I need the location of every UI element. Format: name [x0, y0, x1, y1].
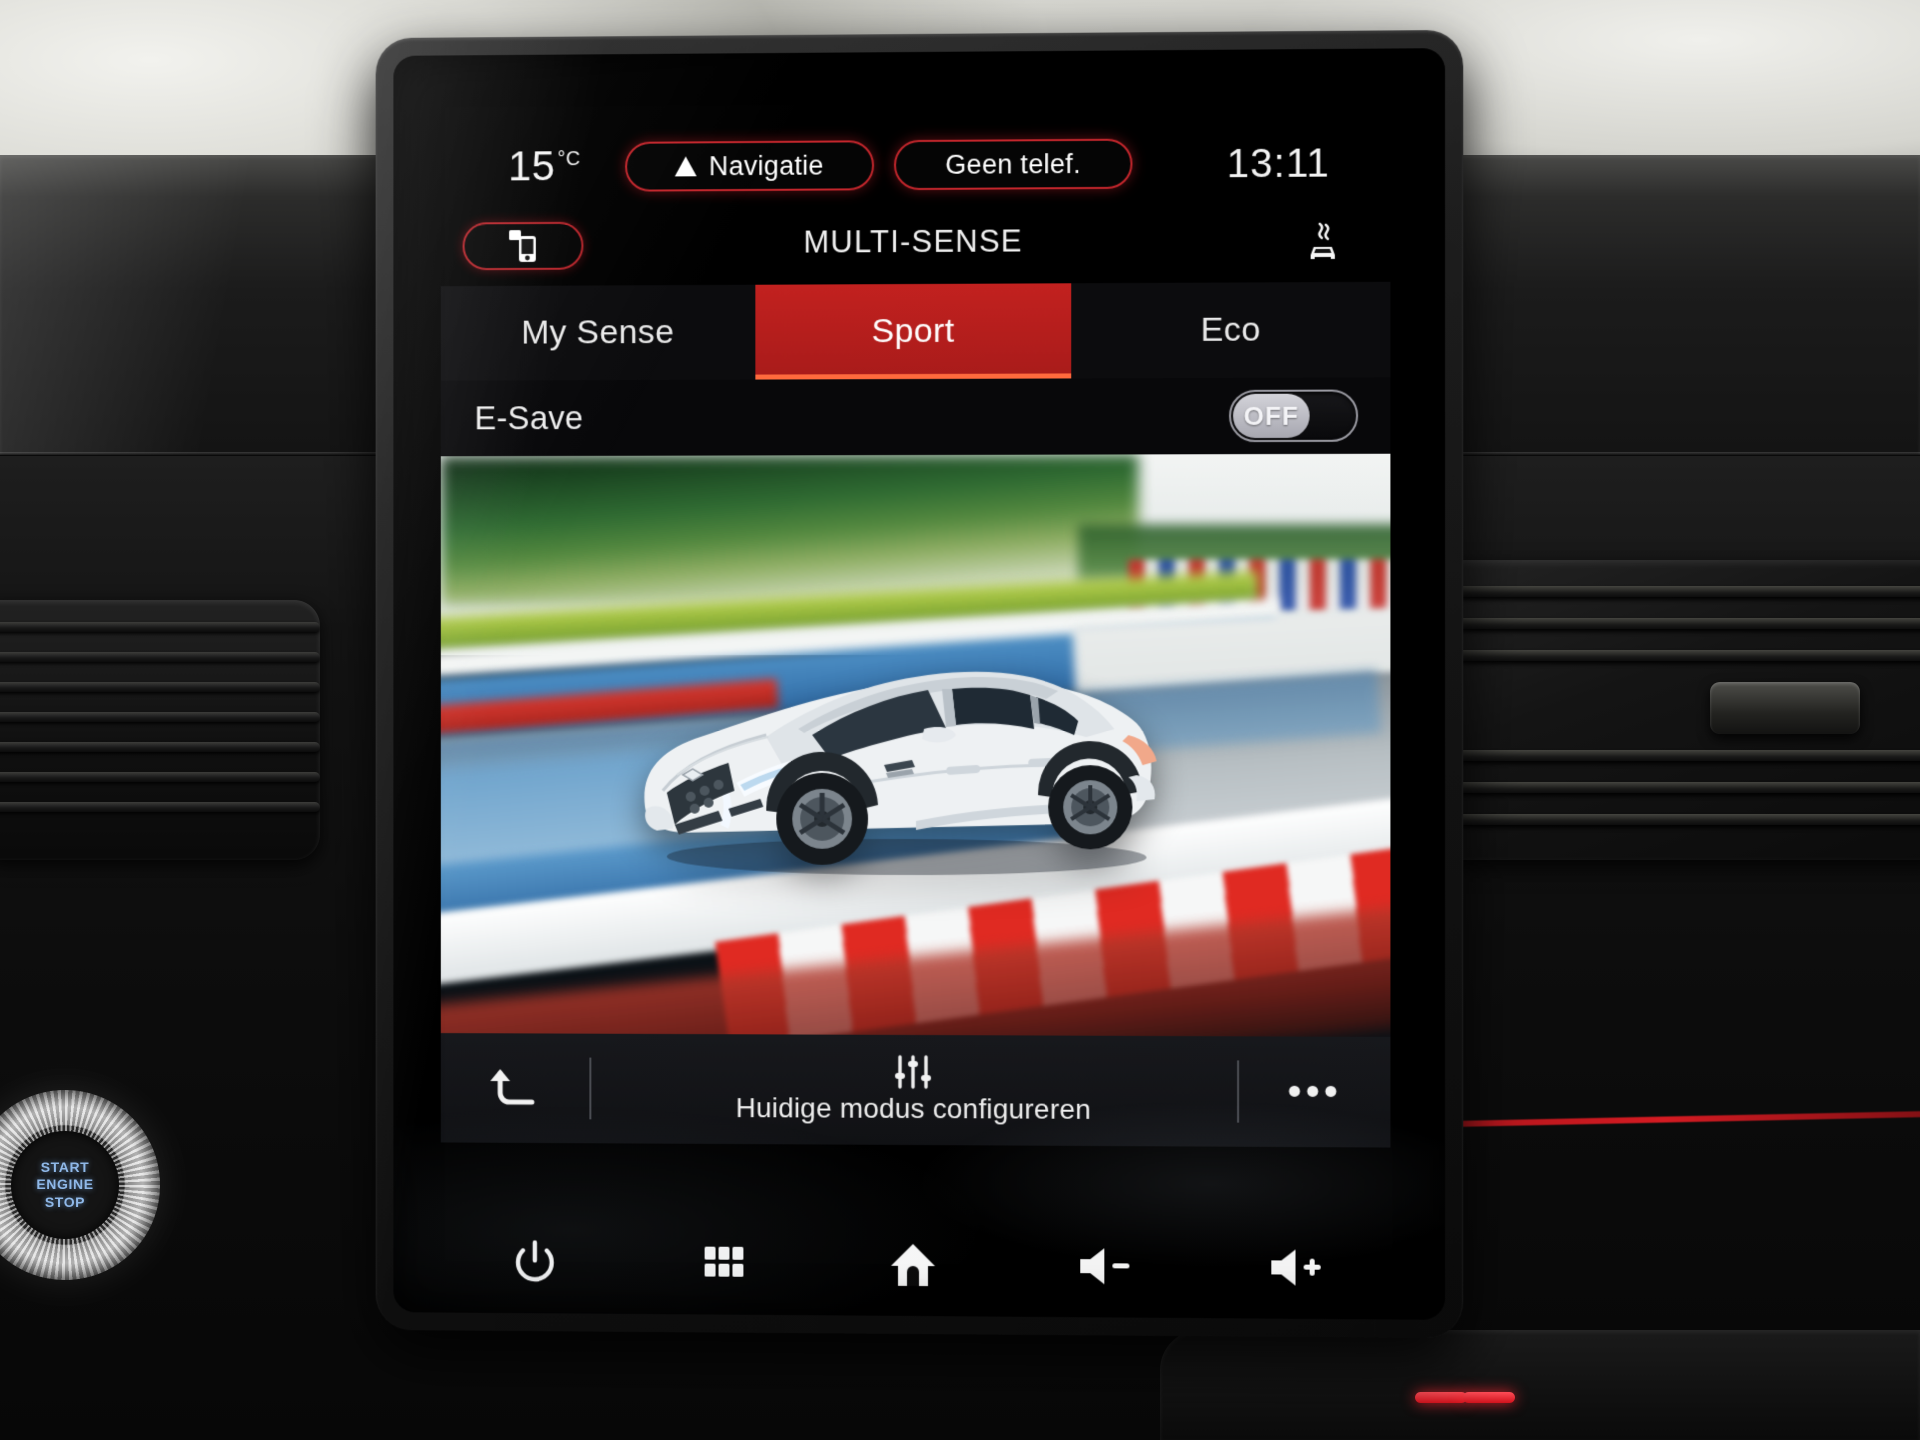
start-stop-inner: START ENGINE STOP: [11, 1131, 119, 1239]
tab-eco[interactable]: Eco: [1071, 281, 1391, 379]
outside-temperature: 15°C: [508, 142, 581, 190]
navigation-arrow-icon: [675, 156, 698, 177]
more-options-label: •••: [1287, 1069, 1342, 1115]
action-bar: Huidige modus configureren •••: [440, 1033, 1391, 1148]
car-dashboard: START ENGINE STOP 15°C Navigatie Geen te…: [0, 0, 1920, 1440]
status-bar: 15°C Navigatie Geen telef. 13:11: [441, 117, 1391, 215]
air-vent-left: [0, 600, 320, 860]
apps-grid-button[interactable]: [664, 1228, 783, 1299]
renault-arkana-car-image: [644, 671, 1157, 876]
navigation-label: Navigatie: [708, 150, 824, 181]
vent-direction-knob[interactable]: [1710, 682, 1860, 734]
engine-label: ENGINE: [36, 1176, 94, 1193]
power-icon: [512, 1238, 558, 1286]
sliders-icon: [895, 1055, 931, 1089]
multisense-mode-tabs: My Sense Sport Eco: [440, 281, 1391, 381]
volume-down-icon: [1080, 1248, 1130, 1285]
start-label: START: [40, 1158, 90, 1175]
tab-sport[interactable]: Sport: [755, 283, 1072, 380]
back-button[interactable]: [441, 1033, 590, 1143]
infotainment-display[interactable]: 15°C Navigatie Geen telef. 13:11 MULTI-S…: [393, 48, 1446, 1320]
console-led-indicator: [1463, 1392, 1515, 1403]
home-icon: [891, 1244, 935, 1287]
tab-eco-label: Eco: [1200, 310, 1261, 349]
stop-label: STOP: [44, 1193, 86, 1210]
temperature-unit: °C: [557, 148, 581, 171]
more-options-button[interactable]: •••: [1239, 1036, 1390, 1147]
esave-toggle-state: OFF: [1233, 393, 1310, 439]
temperature-value: 15: [508, 142, 556, 190]
clock: 13:11: [1226, 141, 1330, 187]
volume-up-button[interactable]: [1234, 1232, 1355, 1303]
configure-current-mode-button[interactable]: Huidige modus configureren: [591, 1034, 1237, 1147]
tab-my-sense-label: My Sense: [521, 313, 675, 352]
phone-status-button[interactable]: Geen telef.: [894, 138, 1133, 191]
power-button[interactable]: [475, 1227, 594, 1297]
home-button[interactable]: [853, 1230, 973, 1301]
configure-current-mode-label: Huidige modus configureren: [735, 1092, 1091, 1125]
page-title: MULTI-SENSE: [803, 223, 1023, 260]
mode-hero-image: [440, 453, 1391, 1037]
volume-up-icon: [1271, 1249, 1321, 1286]
tab-sport-label: Sport: [871, 311, 955, 351]
esave-setting-row: E-Save OFF: [440, 377, 1391, 457]
infotainment-screen-housing: 15°C Navigatie Geen telef. 13:11 MULTI-S…: [375, 29, 1464, 1339]
back-arrow-icon: [486, 1063, 543, 1113]
lcd-active-area: 15°C Navigatie Geen telef. 13:11 MULTI-S…: [440, 116, 1391, 1213]
center-console: [1160, 1330, 1920, 1440]
esave-toggle[interactable]: OFF: [1229, 389, 1359, 443]
esave-label: E-Save: [474, 399, 584, 437]
navigation-shortcut-button[interactable]: Navigatie: [625, 140, 875, 192]
apps-grid-icon: [704, 1246, 744, 1277]
car-emission-icon: [1306, 222, 1340, 267]
hardware-touch-keys: [441, 1217, 1391, 1313]
volume-down-button[interactable]: [1043, 1231, 1163, 1302]
console-led-indicator: [1415, 1392, 1467, 1403]
phone-label: Geen telef.: [945, 148, 1081, 180]
title-bar: MULTI-SENSE: [441, 207, 1391, 284]
tab-my-sense[interactable]: My Sense: [440, 284, 756, 381]
